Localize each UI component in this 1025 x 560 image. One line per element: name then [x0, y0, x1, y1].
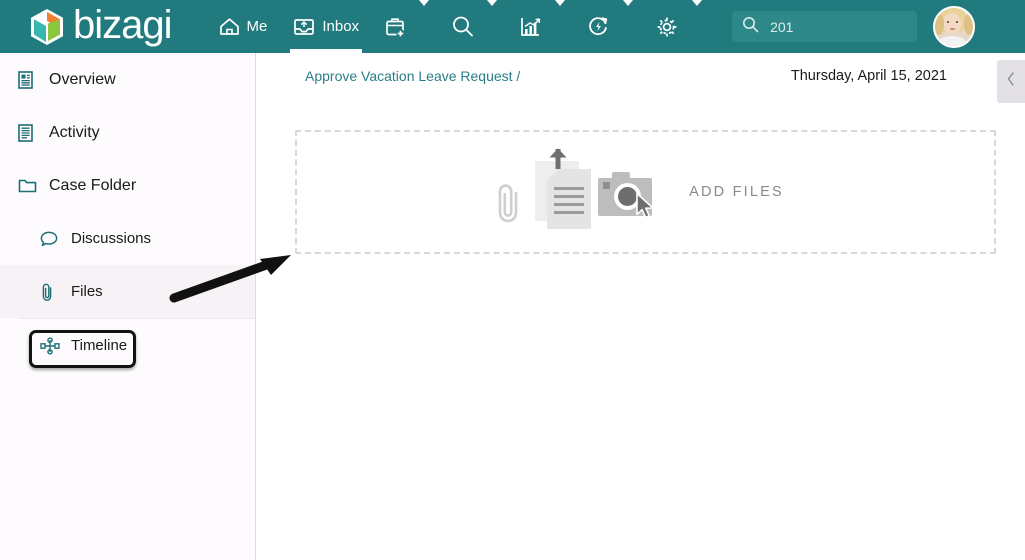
document-line — [554, 195, 585, 198]
add-files-label: ADD FILES — [689, 184, 784, 200]
chevron-down-icon[interactable] — [419, 0, 430, 6]
dropzone-artwork — [495, 147, 655, 237]
sidebar-item-files[interactable]: Files — [0, 265, 255, 318]
nav-item-me[interactable]: Me — [206, 0, 281, 53]
document-line — [554, 211, 585, 214]
search-icon — [742, 16, 759, 38]
avatar-mouth — [950, 27, 956, 30]
document-fold-corner — [547, 169, 559, 180]
document-list-icon — [18, 123, 40, 142]
sidebar-item-timeline[interactable]: Timeline — [0, 319, 255, 372]
sidebar-item-label: Discussions — [71, 230, 152, 247]
sidebar-item-label: Case Folder — [49, 176, 137, 194]
collapse-panel-button[interactable] — [997, 60, 1025, 103]
cursor-pointer-icon — [635, 192, 657, 227]
document-list-icon — [18, 70, 40, 89]
brand-name: bizagi — [73, 2, 173, 47]
brand-logo[interactable]: bizagi — [30, 2, 173, 47]
top-navigation-bar: bizagi Me Inbox — [0, 0, 1025, 53]
search-input[interactable] — [768, 17, 883, 36]
avatar[interactable] — [933, 5, 976, 48]
avatar-body — [938, 35, 967, 46]
sidebar-item-discussions[interactable]: Discussions — [0, 212, 255, 265]
nav-item-inbox[interactable]: Inbox — [280, 0, 372, 53]
avatar-face — [943, 12, 962, 34]
dropzone-inner: ADD FILES — [495, 147, 784, 237]
bizagi-work-portal: bizagi Me Inbox 201 Overview Activity Ca… — [0, 0, 1025, 560]
new-case-briefcase-icon[interactable] — [372, 0, 412, 53]
global-search[interactable] — [732, 11, 918, 42]
avatar-eye-left — [947, 20, 950, 23]
sidebar-item-label: Timeline — [71, 337, 128, 354]
process-refresh-icon[interactable] — [575, 0, 616, 53]
chevron-left-icon — [1006, 71, 1016, 92]
hexagon-logo-icon — [30, 8, 64, 46]
paperclip-icon — [40, 282, 62, 302]
camera-viewfinder — [603, 182, 611, 189]
chevron-down-icon[interactable] — [692, 0, 703, 6]
case-date: Thursday, April 15, 2021 — [790, 68, 947, 84]
speech-bubble-icon — [40, 231, 62, 247]
home-icon — [219, 17, 240, 36]
chevron-down-icon[interactable] — [555, 0, 566, 6]
inbox-tray-icon — [293, 17, 315, 37]
search-icon[interactable] — [439, 0, 480, 53]
sidebar-item-label: Files — [71, 283, 103, 300]
document-line — [554, 203, 585, 206]
chevron-down-icon[interactable] — [623, 0, 634, 6]
document-line — [554, 187, 585, 190]
nav-item-label: Me — [246, 18, 268, 35]
sidebar-item-activity[interactable]: Activity — [0, 106, 255, 159]
avatar-eye-right — [956, 20, 959, 23]
main-content: Approve Vacation Leave Request / Thursda… — [256, 53, 1025, 560]
avatar-hair-right — [964, 14, 974, 35]
breadcrumb[interactable]: Approve Vacation Leave Request / — [305, 68, 520, 84]
content-header: Approve Vacation Leave Request / Thursda… — [256, 53, 1025, 108]
timeline-node-icon — [40, 336, 62, 355]
analytics-chart-icon[interactable] — [507, 0, 548, 53]
gear-icon[interactable] — [643, 0, 685, 53]
add-files-dropzone[interactable]: ADD FILES — [295, 130, 996, 254]
case-sidebar: Overview Activity Case Folder Discussion… — [0, 53, 256, 560]
sidebar-item-overview[interactable]: Overview — [0, 53, 255, 106]
main-nav: Me Inbox — [206, 0, 713, 53]
sidebar-item-label: Overview — [49, 70, 116, 88]
folder-icon — [18, 177, 40, 194]
sidebar-item-case-folder[interactable]: Case Folder — [0, 159, 255, 212]
paperclip-icon — [495, 183, 525, 230]
chevron-down-icon[interactable] — [487, 0, 498, 6]
sidebar-item-label: Activity — [49, 123, 100, 141]
nav-item-label: Inbox — [322, 18, 360, 35]
